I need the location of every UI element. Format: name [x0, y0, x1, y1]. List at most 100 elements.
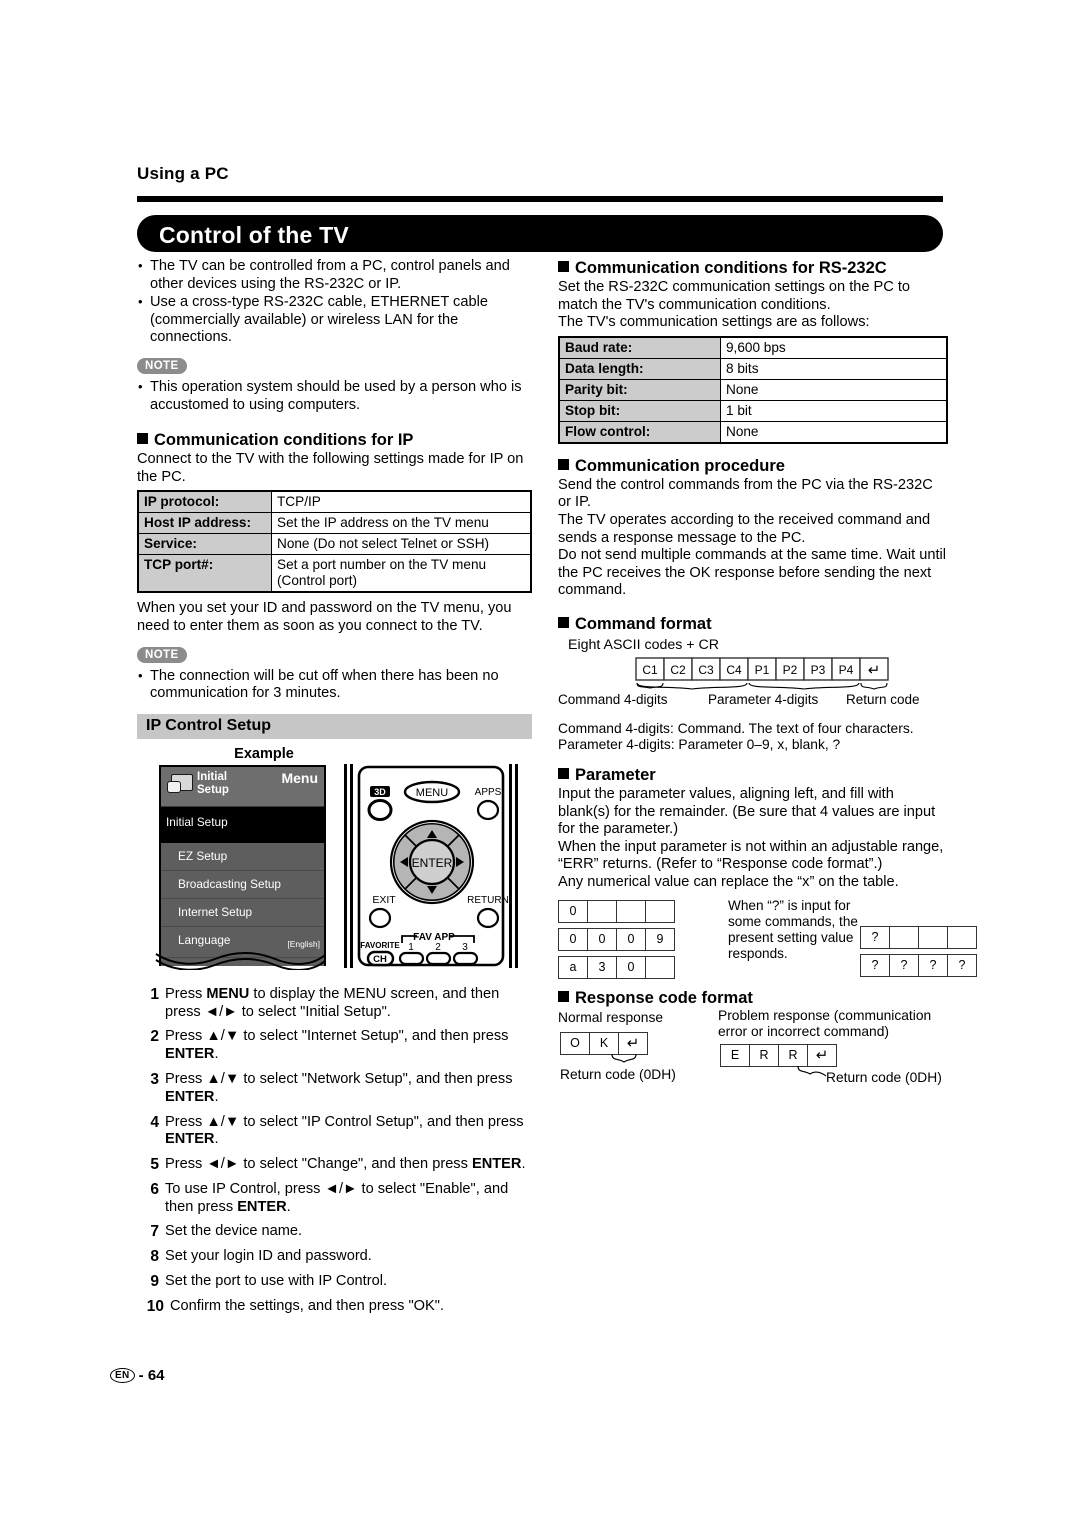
tv-menu-header: Initial Setup Menu [161, 766, 324, 807]
note-badge: NOTE [137, 357, 187, 374]
list-item: 3 Press ▲/▼ to select "Network Setup", an… [137, 1071, 532, 1107]
table-cell-value: Set the IP address on the TV menu [271, 512, 532, 535]
square-bullet-icon [558, 458, 569, 470]
brace-label-command: Command 4-digits [558, 692, 668, 707]
footer-separator: - [138, 1367, 144, 1384]
table-cell-key: Service: [137, 533, 272, 556]
list-item: The TV can be controlled from a PC, cont… [137, 257, 532, 293]
table-cell-key: TCP port#: [137, 554, 272, 593]
table-row: Stop bit: 1 bit [558, 399, 948, 422]
page-number: 64 [147, 1367, 165, 1384]
response-cell: R [779, 1044, 808, 1066]
note-block-1: NOTE This operation system should be use… [137, 356, 532, 414]
table-cell-value: None (Do not select Telnet or SSH) [271, 533, 532, 556]
section-heading-text: Communication procedure [575, 456, 785, 475]
tv-menu-item-broadcasting-setup: Broadcasting Setup [161, 870, 324, 899]
square-bullet-icon [137, 433, 148, 445]
table-row: Baud rate: 9,600 bps [558, 336, 948, 359]
ip-conditions-section: Communication conditions for IP Connect … [137, 430, 532, 635]
ip-control-setup-section: IP Control Setup Example Initial Setup M… [137, 713, 532, 970]
section-heading-text: Communication conditions for RS-232C [575, 259, 887, 277]
tv-menu-item-ez-setup: EZ Setup [161, 842, 324, 871]
section-heading-text: Command format [575, 614, 712, 633]
section-heading: Communication procedure [558, 456, 948, 476]
communication-procedure-section: Communication procedure Send the control… [558, 456, 948, 600]
param-cell: 0 [559, 900, 588, 922]
svg-text:APPS: APPS [475, 787, 502, 798]
torn-edge-wave [155, 951, 326, 970]
section-heading: Command format [558, 614, 948, 634]
section-heading-text: Response code format [575, 988, 753, 1007]
svg-text:3: 3 [462, 942, 468, 953]
table-cell-key: Parity bit: [558, 378, 721, 401]
cell-p2: P2 [783, 663, 798, 677]
right-column: Communication conditions for RS-232C Set… [558, 258, 977, 1115]
note-1-list: This operation system should be used by … [137, 378, 532, 414]
step-number: 4 [150, 1113, 159, 1131]
step-number: 9 [150, 1273, 159, 1291]
manual-page: Using a PC Control of the TV The TV can … [0, 0, 1080, 1527]
step-text: Set the port to use with IP Control. [165, 1273, 387, 1290]
table-cell-key: Data length: [558, 357, 721, 380]
param-cell: 0 [559, 928, 588, 950]
param-cell: 0 [617, 956, 646, 978]
tv-menu-word: Menu [281, 769, 318, 786]
list-item: 7 Set the device name. [137, 1223, 532, 1241]
page-footer: EN - 64 [110, 1367, 165, 1384]
example-label: Example [234, 745, 294, 762]
step-text: Confirm the settings, and then press "OK… [170, 1297, 444, 1314]
svg-text:MENU: MENU [416, 787, 448, 799]
tv-menu-mock: Initial Setup Menu Initial Setup EZ Setu… [159, 764, 326, 966]
square-bullet-icon [558, 990, 569, 1002]
step-number: 5 [150, 1156, 159, 1174]
param-cell: ? [890, 954, 919, 976]
param-example-row-1: 0 [558, 899, 675, 923]
remote-control-illustration: 3D MENU APPS ENTER EXIT RETURN FAV APP 1… [344, 763, 518, 968]
step-text: Press ▲/▼ to select "Network Setup", and… [165, 1070, 513, 1105]
parameter-paragraph-2: When the input parameter is not within a… [558, 838, 944, 873]
list-item: 9 Set the port to use with IP Control. [137, 1273, 532, 1291]
response-cell-return: ↵ [626, 1034, 640, 1052]
response-cell: K [590, 1032, 619, 1054]
svg-text:FAV APP: FAV APP [413, 932, 455, 943]
square-bullet-icon [558, 261, 569, 272]
cell-c3: C3 [698, 663, 714, 677]
param-cell: ? [919, 954, 948, 976]
section-heading: Parameter [558, 765, 948, 785]
problem-response-boxes: E R R ↵ [720, 1043, 837, 1067]
header-title-line-2: Setup [197, 784, 229, 797]
command-format-diagram: C1 C2 C3 C4 P1 P2 P3 P4 ↵ Command 4-digi… [558, 657, 920, 707]
parameter-examples: 0 0 0 0 9 a 3 0 When “?” is input for so… [558, 898, 977, 984]
table-row: TCP port#: Set a port number on the TV m… [137, 554, 532, 593]
table-cell-value: TCP/IP [271, 490, 532, 514]
step-number: 3 [150, 1070, 159, 1088]
list-item: 6 To use IP Control, press ◄/► to select … [137, 1181, 532, 1217]
param-cell: 0 [588, 928, 617, 950]
step-text: Set your login ID and password. [165, 1248, 372, 1265]
procedure-paragraph-2: The TV operates according to the receive… [558, 511, 931, 546]
normal-response-caption: Return code (0DH) [560, 1066, 676, 1082]
intro-bullet-list: The TV can be controlled from a PC, cont… [137, 257, 532, 347]
running-head: Using a PC [137, 164, 229, 183]
ip-section-intro: Connect to the TV with the following set… [137, 451, 524, 485]
tv-menu-selected-item: Initial Setup [161, 806, 324, 843]
note-badge: NOTE [137, 646, 187, 663]
language-code: EN [110, 1368, 135, 1383]
procedure-steps: 1 Press MENU to display the MENU screen, … [137, 986, 532, 1316]
step-text: Set the device name. [165, 1223, 303, 1240]
command-format-note-1: Command 4-digits: Command. The text of f… [558, 720, 914, 736]
param-example-q-row-1: ? [860, 925, 977, 949]
cell-p3: P3 [811, 663, 826, 677]
cell-c4: C4 [726, 663, 742, 677]
step-number: 2 [150, 1028, 159, 1046]
square-bullet-icon [558, 616, 569, 628]
list-item: 10 Confirm the settings, and then press "… [137, 1298, 532, 1316]
parameter-section: Parameter Input the parameter values, al… [558, 765, 977, 984]
param-cell [890, 926, 919, 948]
svg-text:2: 2 [435, 942, 441, 953]
response-cell: R [750, 1044, 779, 1066]
list-item: 8 Set your login ID and password. [137, 1248, 532, 1266]
cell-c2: C2 [670, 663, 686, 677]
speech-bubble-shape [167, 780, 181, 793]
svg-text:CH: CH [373, 954, 387, 965]
